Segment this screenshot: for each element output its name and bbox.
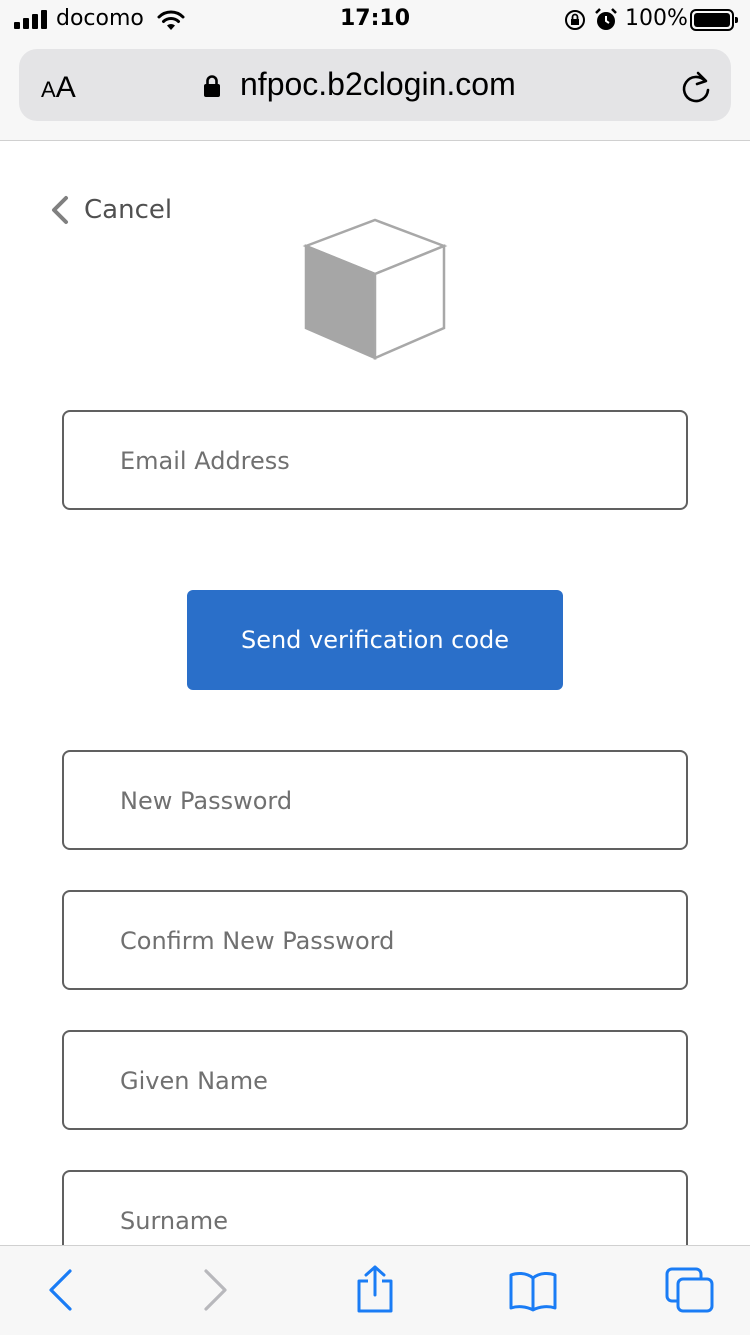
email-input[interactable] bbox=[118, 412, 662, 510]
url-text: nfpoc.b2clogin.com bbox=[240, 66, 516, 102]
rotation-lock-icon bbox=[565, 10, 585, 30]
cube-logo-icon bbox=[302, 218, 448, 360]
send-verification-code-button[interactable]: Send verification code bbox=[187, 590, 563, 690]
alarm-icon bbox=[595, 8, 617, 30]
address-bar[interactable]: AA nfpoc.b2clogin.com bbox=[19, 49, 731, 121]
confirm-password-field[interactable] bbox=[62, 890, 688, 990]
browser-toolbar bbox=[0, 1245, 750, 1335]
lock-icon bbox=[204, 75, 220, 97]
confirm-password-input[interactable] bbox=[118, 892, 662, 990]
email-field[interactable] bbox=[62, 410, 688, 510]
chevron-left-icon bbox=[52, 196, 68, 224]
back-icon[interactable] bbox=[44, 1268, 76, 1312]
forward-icon[interactable] bbox=[200, 1268, 232, 1312]
new-password-input[interactable] bbox=[118, 752, 662, 850]
reload-icon[interactable] bbox=[679, 69, 713, 105]
text-size-button[interactable]: AA bbox=[41, 71, 76, 105]
browser-address-area: AA nfpoc.b2clogin.com bbox=[0, 40, 750, 141]
tabs-icon[interactable] bbox=[664, 1266, 716, 1314]
cancel-button[interactable]: Cancel bbox=[48, 190, 172, 230]
battery-percentage: 100% bbox=[625, 6, 688, 31]
bookmarks-icon[interactable] bbox=[508, 1270, 558, 1312]
battery-icon bbox=[690, 9, 738, 31]
given-name-field[interactable] bbox=[62, 1030, 688, 1130]
cancel-label: Cancel bbox=[84, 195, 173, 225]
share-icon[interactable] bbox=[354, 1264, 396, 1314]
status-bar: docomo 17:10 100% bbox=[0, 0, 750, 40]
given-name-input[interactable] bbox=[118, 1032, 662, 1130]
new-password-field[interactable] bbox=[62, 750, 688, 850]
